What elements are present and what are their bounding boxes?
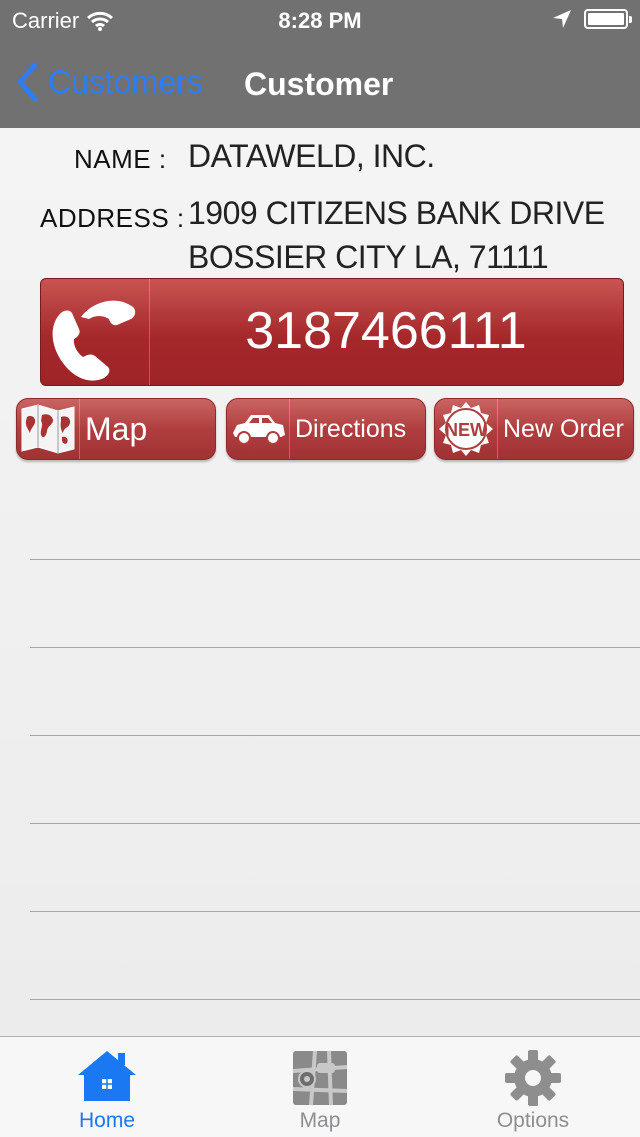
ruled-line (30, 823, 640, 824)
address-line-1: 1909 CITIZENS BANK DRIVE (188, 195, 605, 231)
status-bar: Carrier 8:28 PM (0, 0, 640, 40)
address-label: ADDRESS : (40, 203, 185, 233)
ruled-line (30, 911, 640, 912)
folded-map-icon (21, 404, 75, 454)
ruled-line (30, 999, 640, 1000)
new-order-icon-box: NEW (435, 399, 498, 459)
address-line-2: BOSSIER CITY LA, 71111 (188, 239, 549, 275)
status-right (552, 9, 632, 29)
phone-number: 3187466111 (245, 302, 527, 360)
gear-icon (505, 1050, 561, 1106)
home-icon (78, 1051, 136, 1101)
phone-icon-box (41, 279, 150, 385)
new-order-button-label: New Order (503, 415, 624, 443)
ruled-line (30, 647, 640, 648)
directions-icon-box (227, 399, 290, 459)
battery-icon (584, 9, 632, 29)
tab-home[interactable]: Home (27, 1037, 187, 1137)
new-badge-text: NEW (445, 420, 487, 440)
chevron-left-icon (17, 62, 38, 102)
call-button[interactable]: 3187466111 (40, 278, 624, 386)
name-label: NAME : (74, 144, 167, 174)
customer-name: DATAWELD, INC. (188, 138, 435, 174)
tab-options-label: Options (496, 1109, 570, 1132)
ruled-line (30, 735, 640, 736)
ruled-line (30, 559, 640, 560)
back-label: Customers (48, 63, 203, 100)
map-icon-box (17, 399, 80, 459)
page-title: Customer (244, 66, 394, 102)
new-badge-icon: NEW (439, 402, 493, 456)
new-order-button[interactable]: NEW New Order (434, 398, 634, 460)
back-button[interactable]: Customers (16, 62, 203, 102)
navigation-bar: Customers Customer (0, 40, 640, 128)
map-button[interactable]: Map (16, 398, 216, 460)
tab-bar: Home Map Options (0, 1036, 640, 1137)
tab-map[interactable]: Map (240, 1037, 400, 1137)
header: Carrier 8:28 PM Customers Customer (0, 0, 640, 128)
tab-home-label: Home (78, 1109, 136, 1132)
phone-icon (52, 300, 136, 381)
location-arrow-icon (553, 10, 571, 28)
car-icon (233, 415, 285, 445)
directions-button[interactable]: Directions (226, 398, 426, 460)
tab-options[interactable]: Options (453, 1037, 613, 1137)
directions-button-label: Directions (295, 415, 407, 443)
clock: 8:28 PM (278, 8, 362, 33)
tab-map-label: Map (299, 1109, 341, 1132)
map-button-label: Map (85, 411, 148, 447)
map-icon (292, 1050, 348, 1106)
